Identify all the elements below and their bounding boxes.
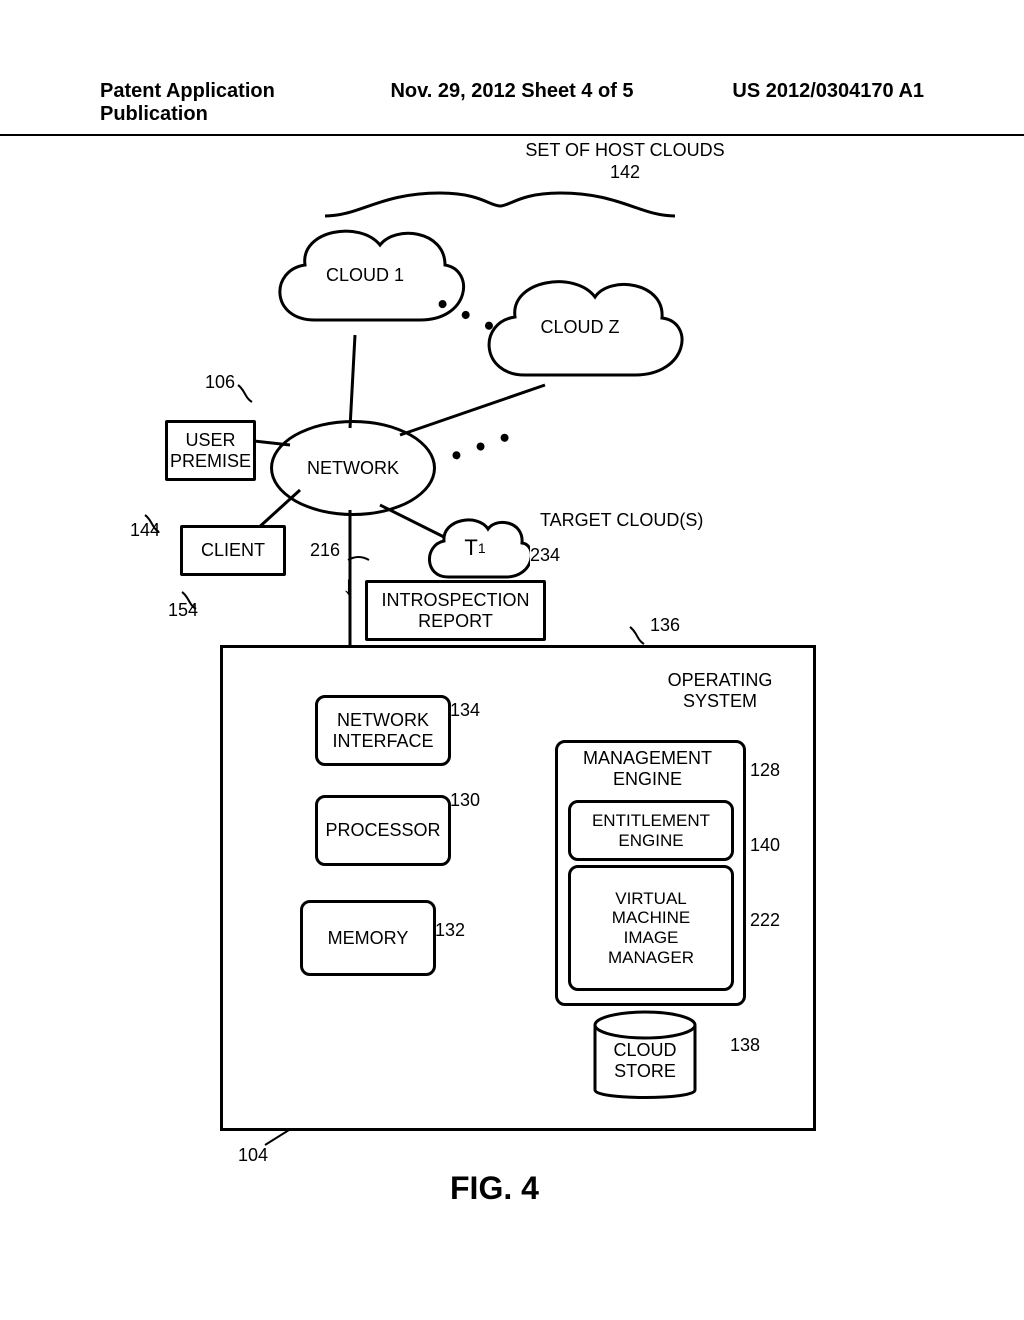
cloud-z-label: CLOUD Z [470, 260, 690, 395]
network-node: NETWORK [270, 420, 436, 516]
ref-234: 234 [530, 545, 560, 566]
ref-138: 138 [730, 1035, 760, 1056]
management-engine-label: MANAGEMENT ENGINE [555, 748, 740, 789]
ref-128: 128 [750, 760, 780, 781]
ref-130: 130 [450, 790, 480, 811]
ref-134: 134 [450, 700, 480, 721]
target-clouds-label: TARGET CLOUD(S) [540, 510, 703, 531]
t1-sub: 1 [478, 540, 486, 556]
entitlement-engine: ENTITLEMENT ENGINE [568, 800, 734, 861]
network-interface: NETWORK INTERFACE [315, 695, 451, 766]
ref-222: 222 [750, 910, 780, 931]
t1-label: T [464, 535, 477, 561]
ref-132: 132 [435, 920, 465, 941]
introspection-report: INTROSPECTION REPORT [365, 580, 546, 641]
header-right: US 2012/0304170 A1 [649, 80, 924, 126]
arrow-down-icon: ↓ [342, 570, 355, 601]
header-center: Nov. 29, 2012 Sheet 4 of 5 [375, 80, 650, 126]
ellipsis-network: • • • [446, 420, 518, 472]
vm-image-manager: VIRTUAL MACHINE IMAGE MANAGER [568, 865, 734, 991]
host-clouds-title: SET OF HOST CLOUDS [505, 140, 745, 161]
ref-136: 136 [650, 615, 680, 636]
processor: PROCESSOR [315, 795, 451, 866]
header-left: Patent Application Publication [100, 80, 375, 126]
ref-154: 154 [168, 600, 198, 621]
ref-216: 216 [310, 540, 340, 561]
cloud-store-label: CLOUD STORE [585, 1040, 705, 1081]
operating-system-label: OPERATING SYSTEM [650, 670, 790, 711]
ref-106: 106 [205, 372, 235, 393]
client: CLIENT [180, 525, 286, 576]
host-clouds-num: 142 [505, 162, 745, 183]
figure-title: FIG. 4 [450, 1170, 539, 1207]
ref-140: 140 [750, 835, 780, 856]
network-label: NETWORK [307, 458, 399, 479]
cloud-z: CLOUD Z [470, 260, 690, 395]
ref-144: 144 [130, 520, 160, 541]
user-premise: USER PREMISE [165, 420, 256, 481]
target-cloud-t1: T1 [420, 505, 530, 590]
cloud-store: CLOUD STORE [585, 1010, 705, 1105]
ref-104: 104 [238, 1145, 268, 1166]
figure-4: SET OF HOST CLOUDS 142 CLOUD 1 CLOUD Z •… [90, 140, 920, 1260]
memory: MEMORY [300, 900, 436, 976]
